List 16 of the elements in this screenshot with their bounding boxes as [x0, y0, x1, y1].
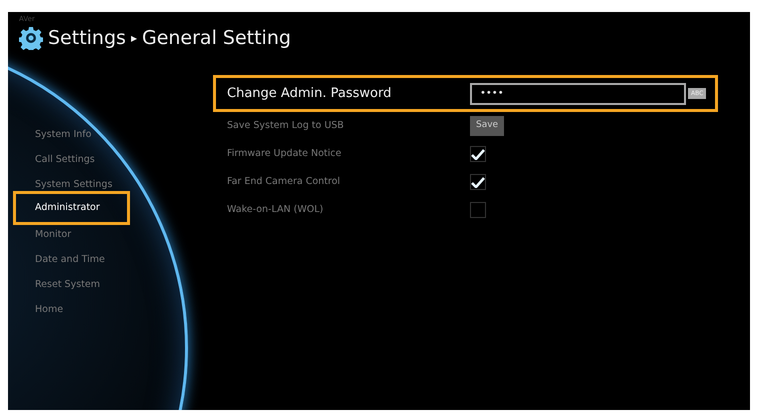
- sidebar-item[interactable]: Reset System: [13, 270, 130, 295]
- password-field[interactable]: ••••: [470, 82, 686, 104]
- sidebar-item[interactable]: System Info: [13, 120, 130, 145]
- setting-label: Wake-on-LAN (WOL): [227, 202, 324, 217]
- sidebar-item[interactable]: Date and Time: [13, 245, 130, 270]
- sidebar-item[interactable]: Call Settings: [13, 145, 130, 170]
- page-title: Settings: [48, 26, 126, 50]
- setting-label: Firmware Update Notice: [227, 146, 342, 161]
- setting-label: Change Admin. Password: [227, 84, 392, 103]
- save-button[interactable]: Save: [470, 116, 504, 136]
- sidebar-item[interactable]: Home: [13, 295, 130, 320]
- page-subtitle: General Setting: [142, 26, 291, 50]
- setting-label: Save System Log to USB: [227, 118, 345, 133]
- setting-label: Far End Camera Control: [227, 174, 342, 189]
- sidebar-item[interactable]: Administrator: [13, 191, 130, 225]
- breadcrumb-separator: ▸: [130, 30, 137, 46]
